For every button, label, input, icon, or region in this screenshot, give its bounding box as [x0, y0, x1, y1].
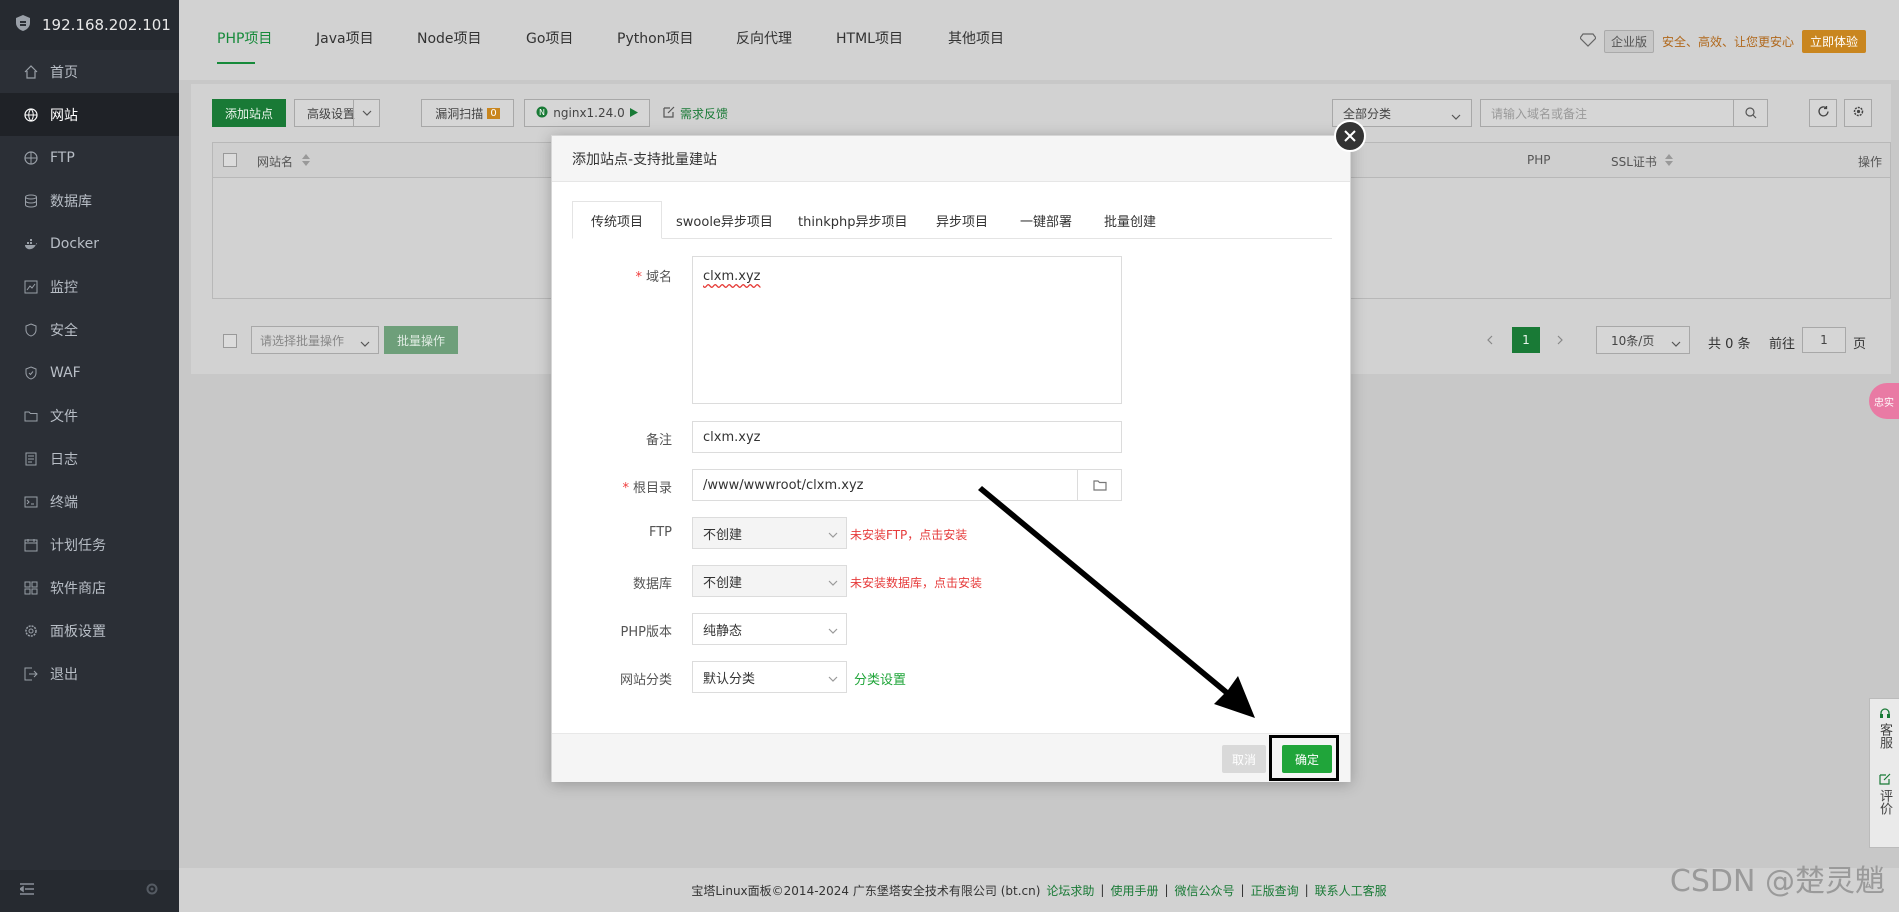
annotation-arrow [978, 486, 1255, 718]
